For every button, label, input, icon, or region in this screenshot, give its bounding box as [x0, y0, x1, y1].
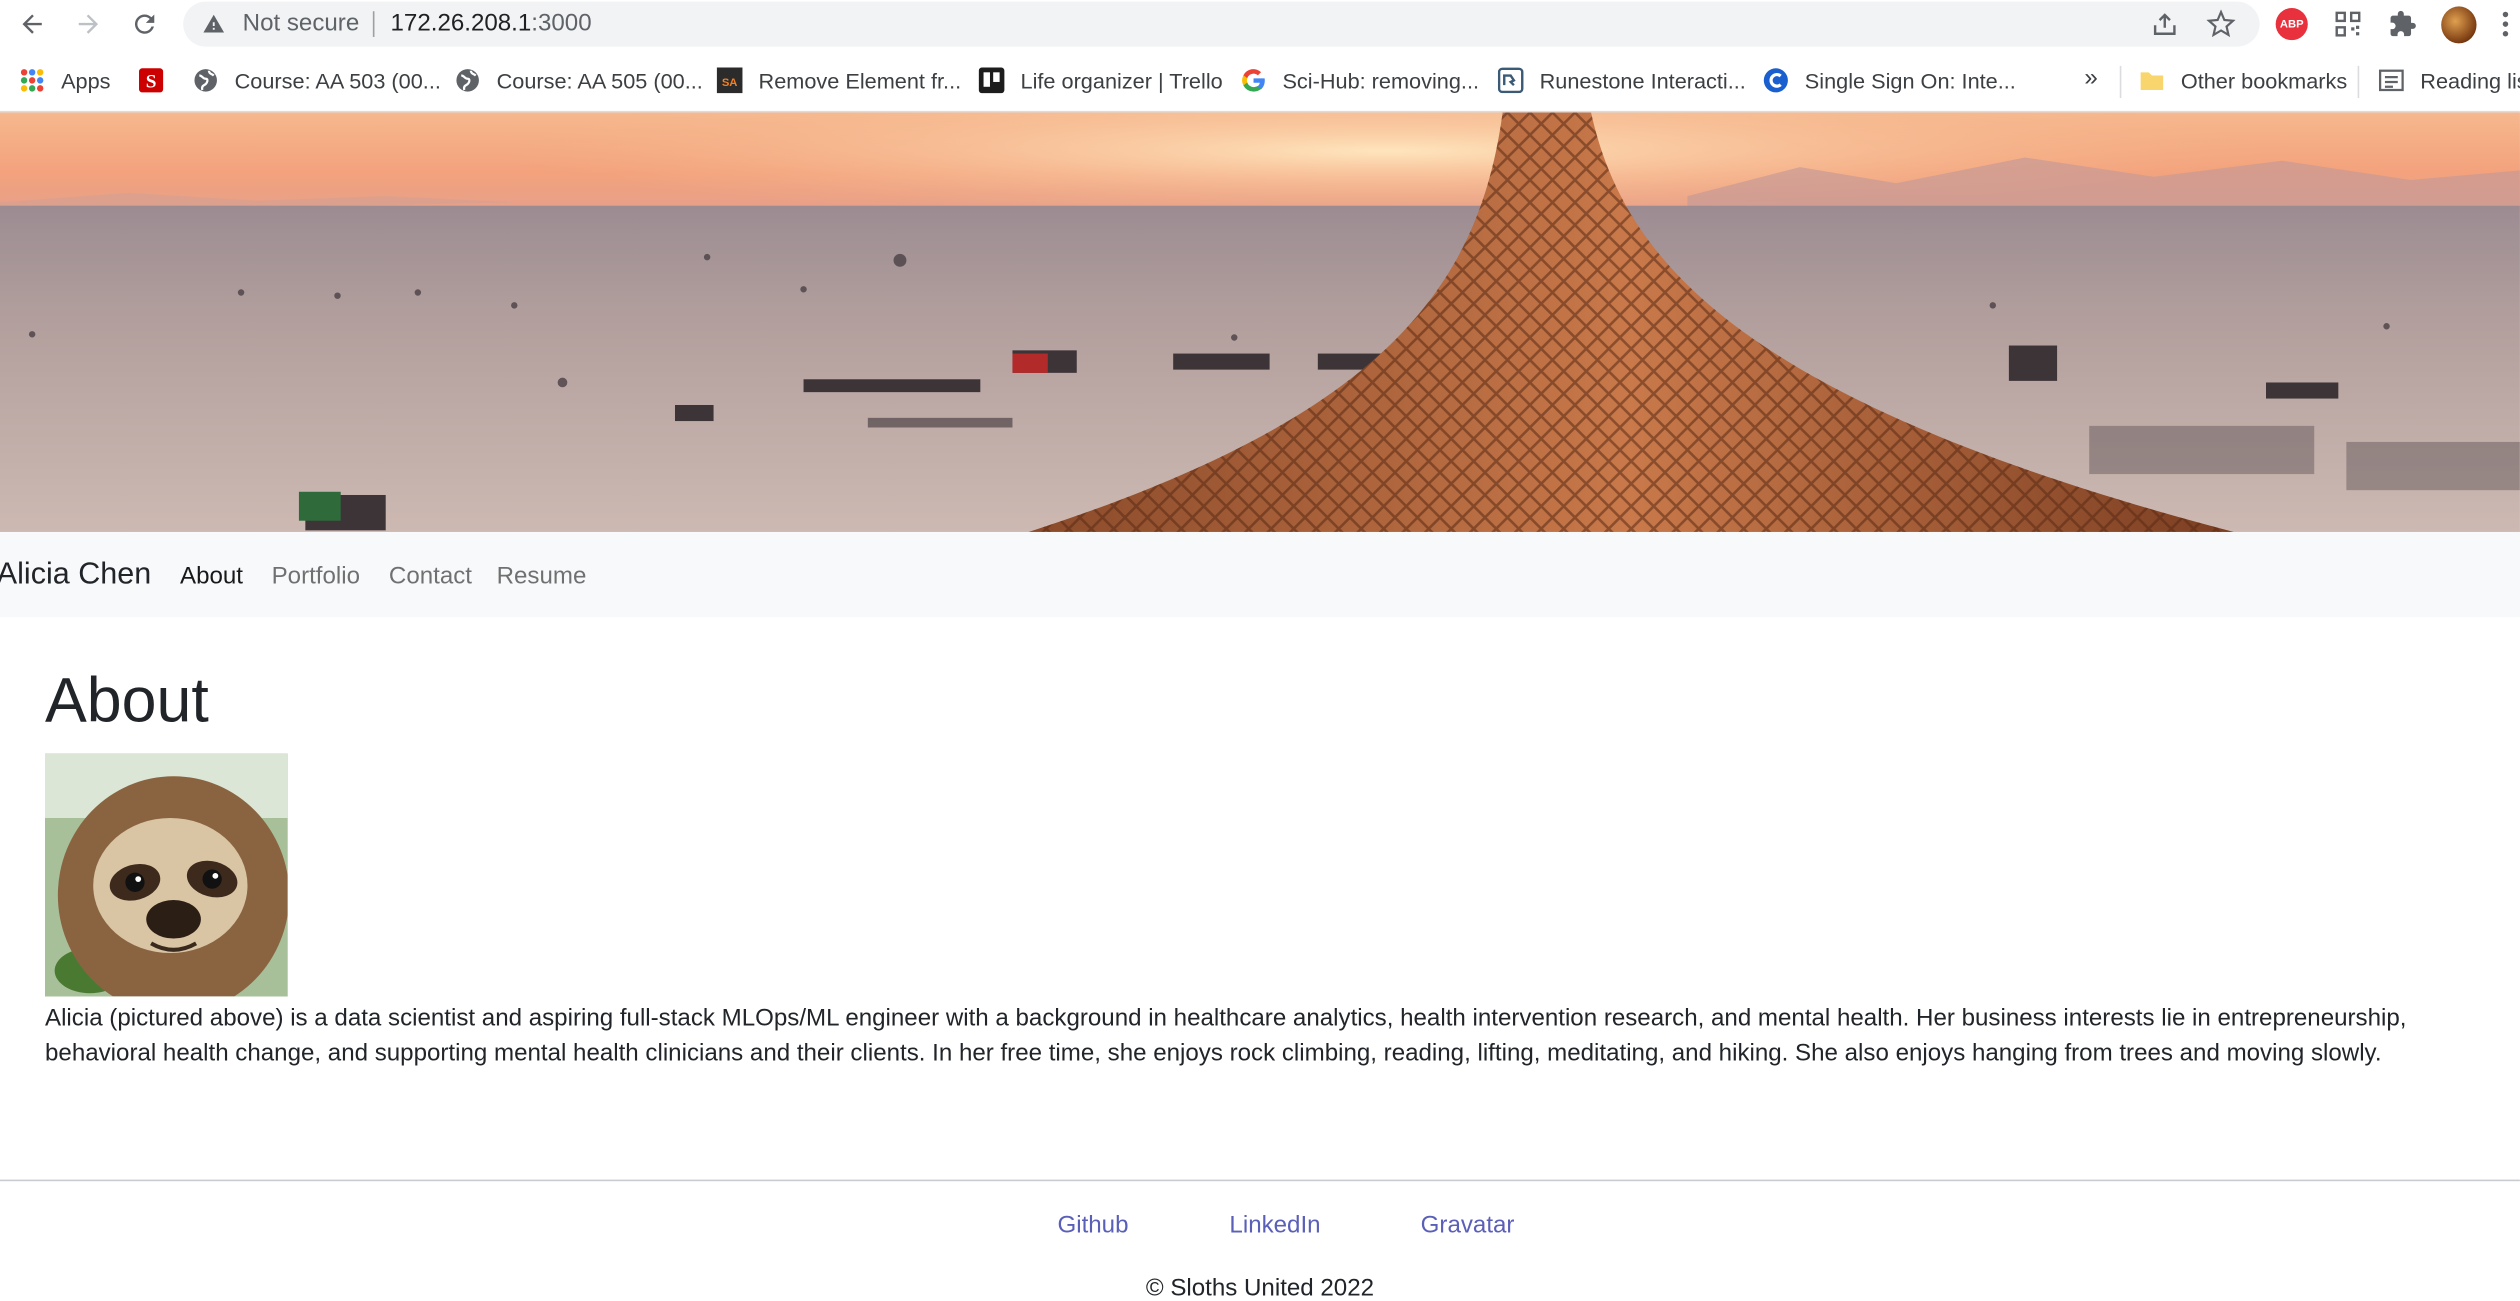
bookmarks-divider	[2357, 65, 2360, 99]
reload-button[interactable]	[127, 6, 162, 41]
nav-link-resume[interactable]: Resume	[497, 562, 587, 589]
desert-tower-illustration	[0, 112, 2520, 532]
footer-link-github[interactable]: Github	[1057, 1212, 1128, 1239]
bookmark-label: Course: AA 505 (00...	[496, 68, 703, 93]
security-label[interactable]: Not secure	[243, 10, 360, 37]
menu-button[interactable]	[2494, 6, 2516, 41]
globe-icon	[193, 67, 219, 93]
bookmark-label: Life organizer | Trello	[1020, 68, 1223, 93]
back-button[interactable]	[14, 6, 49, 41]
bookmarks-divider	[2119, 65, 2122, 99]
svg-text:SA: SA	[722, 77, 738, 89]
reading-list-icon	[2378, 67, 2405, 93]
bookmark-star-icon[interactable]	[2206, 9, 2236, 39]
reload-icon	[134, 14, 155, 34]
puzzle-icon	[2390, 10, 2416, 37]
browser-toolbar: Not secure 172.26.208.1:3000 ABP	[0, 0, 2520, 50]
bookmark-ncstate[interactable]: S	[138, 67, 180, 93]
kebab-menu-icon	[2502, 11, 2509, 37]
forward-button[interactable]	[71, 6, 106, 41]
warning-icon	[203, 14, 225, 33]
bookmark-trello[interactable]: Life organizer | Trello	[978, 67, 1223, 94]
url-host: 172.26.208.1	[390, 9, 532, 37]
adblock-extension-button[interactable]: ABP	[2274, 6, 2309, 41]
qr-code-icon	[2335, 11, 2361, 37]
globe-icon	[455, 67, 481, 93]
footer-link-linkedin[interactable]: LinkedIn	[1229, 1212, 1320, 1239]
folder-icon	[2139, 67, 2165, 93]
site-brand-link[interactable]: Alicia Chen	[0, 558, 151, 593]
sa-icon: SA	[716, 67, 743, 94]
bookmark-label: Course: AA 503 (00...	[234, 68, 441, 93]
bookmarks-bar: Apps S Course: AA 503 (00... Course: AA …	[0, 49, 2520, 113]
footer-link-gravatar[interactable]: Gravatar	[1421, 1212, 1515, 1239]
bookmark-label: Reading list	[2420, 68, 2520, 93]
bookmark-label: Sci-Hub: removing...	[1282, 68, 1480, 93]
bookmark-label: Remove Element fr...	[758, 68, 962, 93]
ncstate-icon: S	[138, 67, 164, 93]
address-bar[interactable]: Not secure 172.26.208.1:3000	[183, 1, 2260, 47]
profile-button[interactable]	[2441, 5, 2477, 43]
bookmark-label: Single Sign On: Inte...	[1804, 68, 2016, 93]
bookmark-course-aa503[interactable]: Course: AA 503 (00...	[193, 67, 441, 93]
apps-grid-icon	[19, 67, 45, 93]
google-icon	[1241, 67, 1267, 93]
sloth-portrait-image	[44, 753, 288, 997]
runestone-icon	[1497, 67, 1524, 94]
hero-banner-image	[0, 112, 2520, 532]
site-footer: Github LinkedIn Gravatar © Sloths United…	[0, 1179, 2520, 1301]
profile-avatar	[2441, 5, 2477, 43]
copyright-text: © Sloths United 2022	[1145, 1274, 1375, 1301]
forward-arrow-icon	[78, 14, 99, 34]
qr-extension-button[interactable]	[2330, 6, 2365, 41]
bookmark-course-aa505[interactable]: Course: AA 505 (00...	[455, 67, 703, 93]
trello-icon	[978, 67, 1005, 94]
sloth-illustration	[44, 753, 288, 997]
adblock-icon: ABP	[2275, 8, 2308, 41]
bookmark-scihub[interactable]: Sci-Hub: removing...	[1241, 67, 1479, 93]
nav-link-portfolio[interactable]: Portfolio	[272, 562, 360, 589]
back-arrow-icon	[22, 14, 42, 34]
bookmarks-overflow-button[interactable]: »	[2084, 64, 2097, 91]
sso-icon	[1763, 67, 1789, 93]
nav-link-contact[interactable]: Contact	[389, 562, 472, 589]
bookmark-sso[interactable]: Single Sign On: Inte...	[1763, 67, 2016, 93]
omnibox-divider	[372, 11, 375, 37]
bookmark-remove-element[interactable]: SA Remove Element fr...	[716, 67, 962, 94]
bookmark-runestone[interactable]: Runestone Interacti...	[1497, 67, 1746, 94]
bookmark-apps[interactable]: Apps	[19, 67, 111, 93]
bookmark-other-folder[interactable]: Other bookmarks	[2139, 67, 2347, 93]
share-icon[interactable]	[2150, 10, 2179, 39]
bookmark-label: Other bookmarks	[2180, 68, 2348, 93]
nav-link-about[interactable]: About	[180, 562, 243, 589]
extensions-button[interactable]	[2385, 6, 2420, 41]
site-navbar: Alicia Chen About Portfolio Contact Resu…	[0, 531, 2520, 618]
url-text[interactable]: 172.26.208.1:3000	[391, 10, 592, 37]
page-title: About	[44, 666, 209, 737]
reading-list-button[interactable]: Reading list	[2378, 67, 2520, 93]
svg-text:S: S	[146, 72, 157, 93]
bookmark-label: Apps	[61, 68, 111, 93]
url-port: :3000	[531, 9, 592, 37]
bio-paragraph: Alicia (pictured above) is a data scient…	[44, 1004, 2407, 1068]
bookmark-label: Runestone Interacti...	[1539, 68, 1746, 93]
